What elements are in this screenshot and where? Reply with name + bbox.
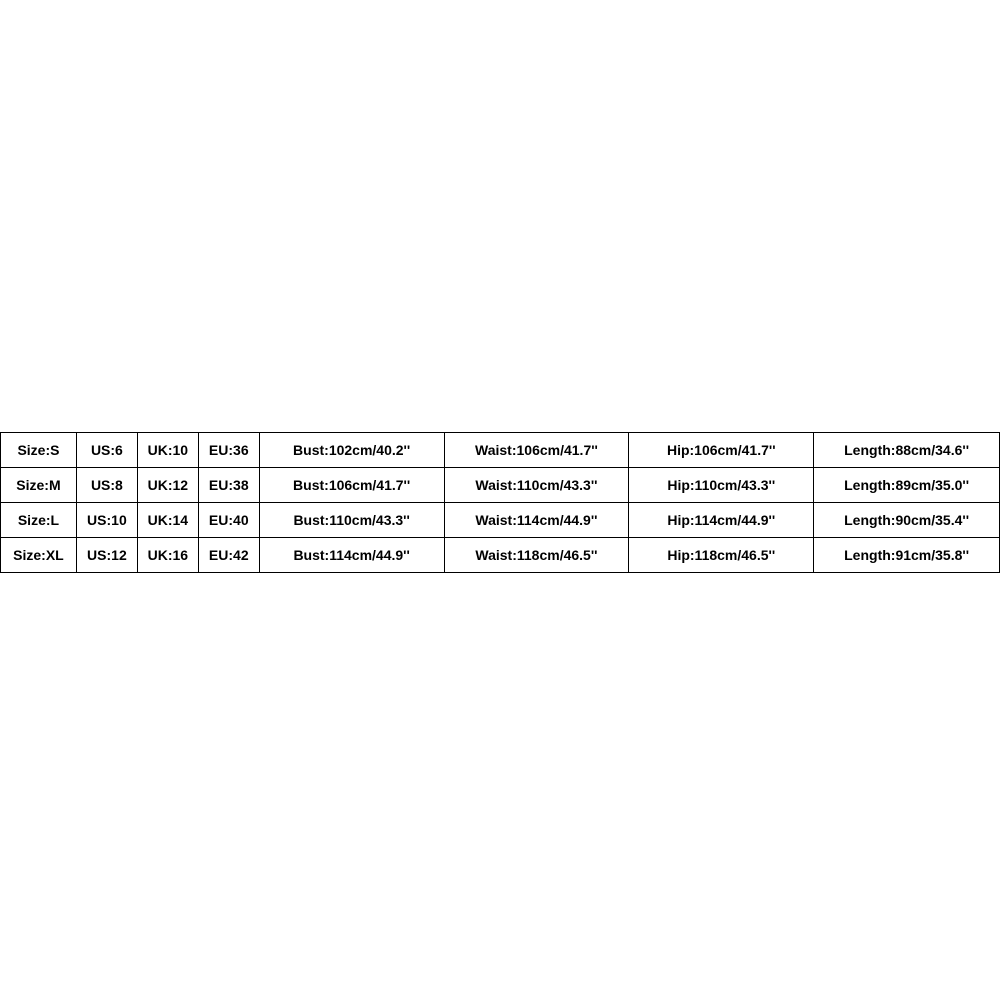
- cell-bust: Bust:114cm/44.9'': [259, 538, 444, 573]
- cell-hip: Hip:114cm/44.9'': [629, 503, 814, 538]
- cell-size: Size:S: [1, 433, 77, 468]
- cell-eu: EU:42: [198, 538, 259, 573]
- cell-size: Size:L: [1, 503, 77, 538]
- cell-length: Length:89cm/35.0'': [814, 468, 1000, 503]
- cell-bust: Bust:102cm/40.2'': [259, 433, 444, 468]
- table-row: Size:M US:8 UK:12 EU:38 Bust:106cm/41.7'…: [1, 468, 1000, 503]
- cell-bust: Bust:110cm/43.3'': [259, 503, 444, 538]
- cell-uk: UK:10: [137, 433, 198, 468]
- cell-uk: UK:14: [137, 503, 198, 538]
- cell-size: Size:XL: [1, 538, 77, 573]
- table-row: Size:L US:10 UK:14 EU:40 Bust:110cm/43.3…: [1, 503, 1000, 538]
- cell-waist: Waist:110cm/43.3'': [444, 468, 629, 503]
- cell-us: US:8: [76, 468, 137, 503]
- cell-eu: EU:36: [198, 433, 259, 468]
- cell-hip: Hip:118cm/46.5'': [629, 538, 814, 573]
- cell-us: US:12: [76, 538, 137, 573]
- size-chart-table: Size:S US:6 UK:10 EU:36 Bust:102cm/40.2'…: [0, 432, 1000, 573]
- cell-hip: Hip:110cm/43.3'': [629, 468, 814, 503]
- cell-waist: Waist:106cm/41.7'': [444, 433, 629, 468]
- cell-eu: EU:38: [198, 468, 259, 503]
- cell-size: Size:M: [1, 468, 77, 503]
- cell-us: US:6: [76, 433, 137, 468]
- table-row: Size:XL US:12 UK:16 EU:42 Bust:114cm/44.…: [1, 538, 1000, 573]
- cell-hip: Hip:106cm/41.7'': [629, 433, 814, 468]
- cell-waist: Waist:118cm/46.5'': [444, 538, 629, 573]
- cell-length: Length:90cm/35.4'': [814, 503, 1000, 538]
- cell-waist: Waist:114cm/44.9'': [444, 503, 629, 538]
- cell-bust: Bust:106cm/41.7'': [259, 468, 444, 503]
- cell-eu: EU:40: [198, 503, 259, 538]
- cell-uk: UK:12: [137, 468, 198, 503]
- cell-uk: UK:16: [137, 538, 198, 573]
- cell-us: US:10: [76, 503, 137, 538]
- cell-length: Length:88cm/34.6'': [814, 433, 1000, 468]
- size-chart-container: Size:S US:6 UK:10 EU:36 Bust:102cm/40.2'…: [0, 432, 1000, 573]
- table-row: Size:S US:6 UK:10 EU:36 Bust:102cm/40.2'…: [1, 433, 1000, 468]
- cell-length: Length:91cm/35.8'': [814, 538, 1000, 573]
